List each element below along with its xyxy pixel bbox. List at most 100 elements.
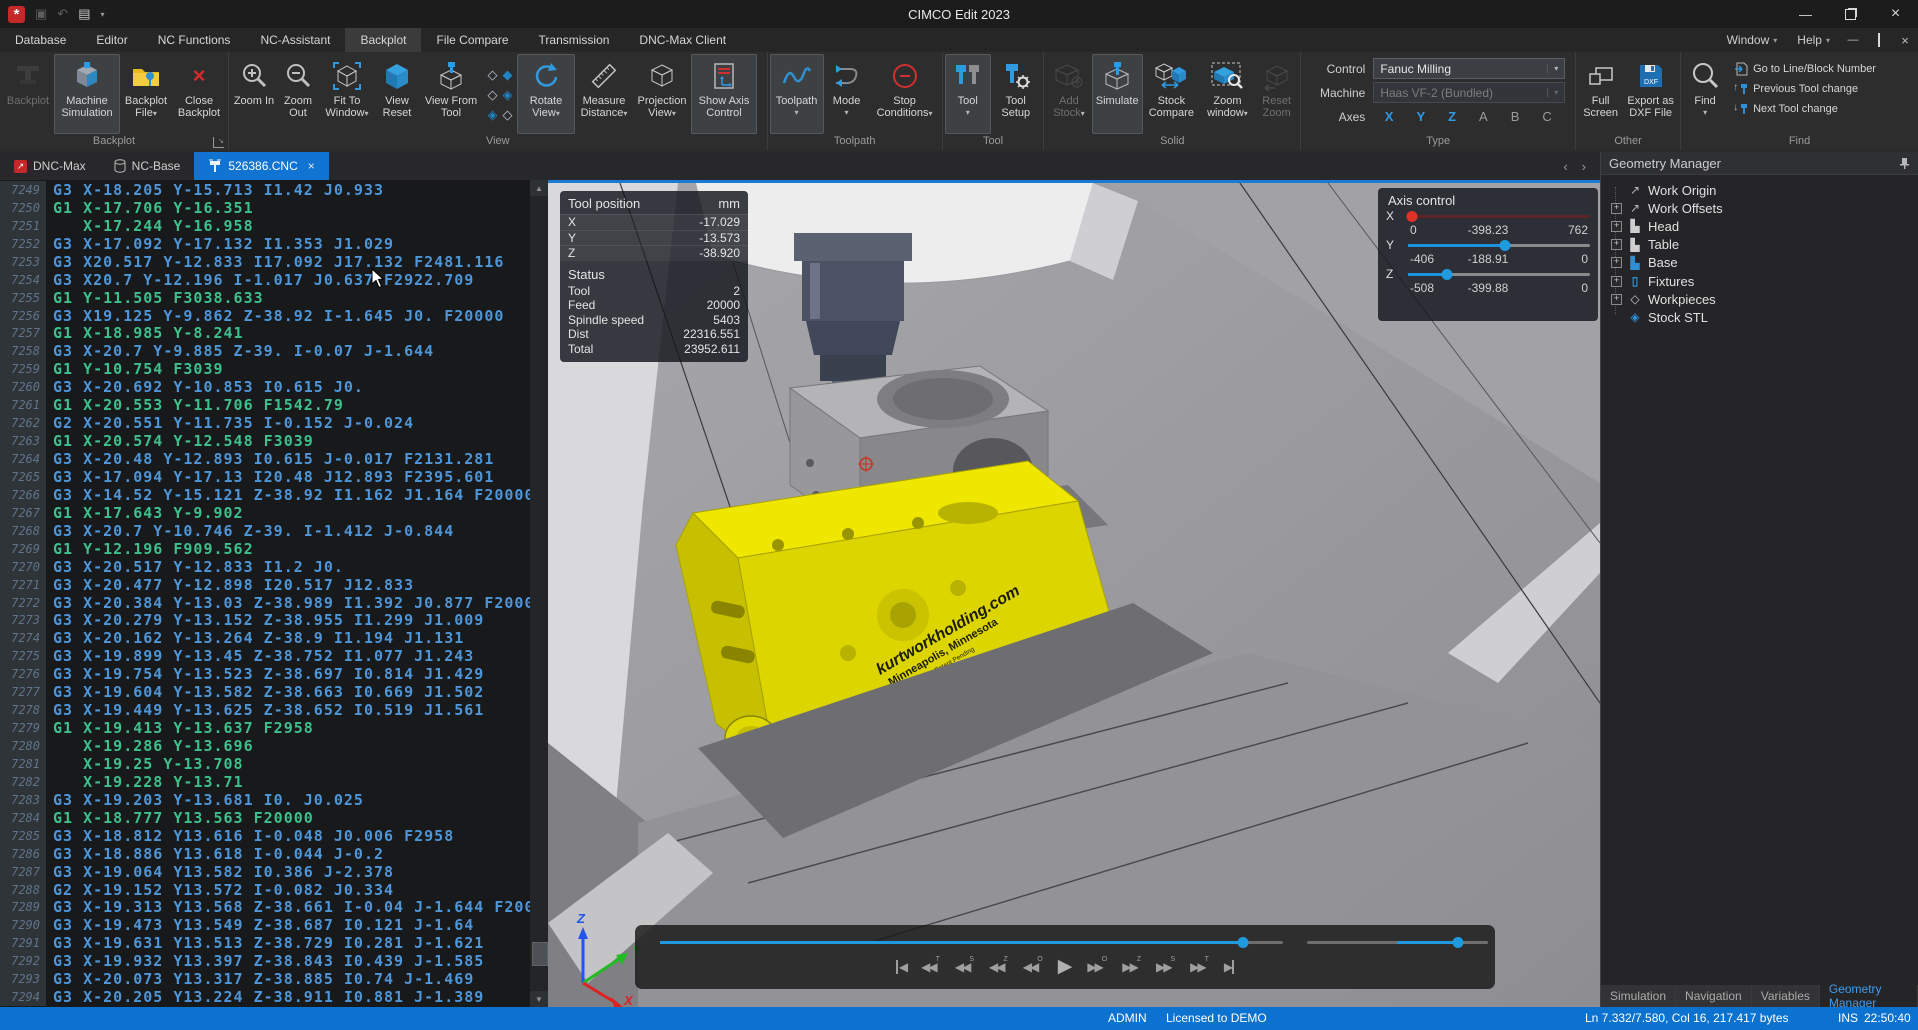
tree-expander-icon[interactable]: + — [1611, 294, 1622, 305]
gcode-line[interactable]: 7278 G3 X-19.449 Y-13.625 Z-38.652 I0.51… — [0, 701, 530, 719]
add-stock-button[interactable]: Add Stock▾ — [1046, 54, 1091, 134]
gcode-line[interactable]: 7265 G3 X-17.094 Y-17.13 I20.48 J12.893 … — [0, 468, 530, 486]
menu-item[interactable]: NC Functions — [143, 28, 246, 52]
machine-3d-view[interactable]: kurtworkholding.com Minneapolis, Minneso… — [548, 180, 1600, 1007]
tab-nc-base[interactable]: NC-Base — [100, 152, 195, 180]
gcode-line[interactable]: 7254 G3 X20.7 Y-12.196 I-1.017 J0.637 F2… — [0, 271, 530, 289]
axis-toggle[interactable]: C — [1542, 109, 1551, 124]
tool-setup-button[interactable]: Tool Setup — [991, 54, 1041, 134]
menu-item[interactable]: DNC-Max Client — [624, 28, 741, 52]
gcode-line[interactable]: 7249 G3 X-18.205 Y-15.713 I1.42 J0.933 — [0, 181, 530, 199]
tab-526386-cnc[interactable]: 526386.CNC × — [194, 152, 328, 180]
playback-button[interactable]: ▶ — [1224, 960, 1234, 974]
y-axis-slider[interactable] — [1408, 244, 1590, 247]
tool-button[interactable]: Tool ▾ — [945, 54, 991, 134]
view-reset-button[interactable]: View Reset — [375, 54, 419, 134]
show-axis-control-button[interactable]: Show Axis Control — [691, 54, 757, 134]
tree-expander-icon[interactable]: + — [1611, 257, 1622, 268]
gcode-line[interactable]: 7277 G3 X-19.604 Y-13.582 Z-38.663 I0.66… — [0, 683, 530, 701]
gcode-line[interactable]: 7275 G3 X-19.899 Y-13.45 Z-38.752 I1.077… — [0, 647, 530, 665]
tree-item[interactable]: + Workpieces — [1611, 290, 1918, 308]
tab-dnc-max[interactable]: ↗ DNC-Max — [0, 152, 100, 180]
gcode-line[interactable]: 7255 G1 Y-11.505 F3038.633 — [0, 289, 530, 307]
help-menu[interactable]: Help▾ — [1789, 33, 1838, 47]
stop-conditions-button[interactable]: Stop Conditions▾ — [870, 54, 940, 134]
tree-expander-icon[interactable]: + — [1611, 185, 1622, 196]
stock-compare-button[interactable]: Stock Compare — [1143, 54, 1200, 134]
gcode-line[interactable]: 7270 G3 X-20.517 Y-12.833 I1.2 J0. — [0, 558, 530, 576]
gcode-line[interactable]: 7283 G3 X-19.203 Y-13.681 I0. J0.025 — [0, 791, 530, 809]
mdi-minimize-button[interactable]: ― — [1842, 34, 1864, 46]
playback-button[interactable]: ◀ — [896, 960, 906, 974]
gcode-line[interactable]: 7271 G3 X-20.477 Y-12.898 I20.517 J12.83… — [0, 576, 530, 594]
export-dxf-button[interactable]: DXF Export as DXF File — [1623, 54, 1678, 134]
tree-expander-icon[interactable]: + — [1611, 276, 1622, 287]
close-button[interactable]: × — [1873, 0, 1918, 28]
gcode-line[interactable]: 7259 G1 Y-10.754 F3039 — [0, 360, 530, 378]
gcode-line[interactable]: 7276 G3 X-19.754 Y-13.523 Z-38.697 I0.81… — [0, 665, 530, 683]
gcode-line[interactable]: 7251 X-17.244 Y-16.958 — [0, 217, 530, 235]
playback-button[interactable]: ◀◀Z — [989, 960, 1008, 974]
tree-item[interactable]: + Stock STL — [1611, 308, 1918, 326]
gcode-line[interactable]: 7286 G3 X-18.886 Y13.618 I-0.044 J-0.2 — [0, 845, 530, 863]
goto-line-button[interactable]: Go to Line/Block Number — [1733, 60, 1876, 77]
menu-item[interactable]: Transmission — [524, 28, 625, 52]
gcode-line[interactable]: 7280 X-19.286 Y-13.696 — [0, 737, 530, 755]
axis-toggle[interactable]: Z — [1448, 109, 1456, 124]
menu-item[interactable]: Editor — [81, 28, 142, 52]
zoom-in-button[interactable]: Zoom In — [231, 54, 277, 134]
panel-tab[interactable]: Navigation — [1676, 985, 1752, 1007]
pin-icon[interactable] — [1899, 157, 1910, 169]
next-tool-change-button[interactable]: ↓ Next Tool change — [1733, 100, 1876, 117]
projection-view-button[interactable]: Projection View▾ — [633, 54, 691, 134]
z-axis-slider[interactable] — [1408, 273, 1590, 276]
tree-item[interactable]: + Base — [1611, 254, 1918, 272]
tree-expander-icon[interactable]: + — [1611, 221, 1622, 232]
tree-expander-icon[interactable]: + — [1611, 239, 1622, 250]
gcode-line[interactable]: 7281 X-19.25 Y-13.708 — [0, 755, 530, 773]
gcode-line[interactable]: 7273 G3 X-20.279 Y-13.152 Z-38.955 I1.29… — [0, 612, 530, 630]
gcode-line[interactable]: 7288 G2 X-19.152 Y13.572 I-0.082 J0.334 — [0, 881, 530, 899]
full-screen-button[interactable]: Full Screen — [1578, 54, 1623, 134]
tree-expander-icon[interactable]: + — [1611, 312, 1622, 323]
reset-zoom-button[interactable]: Reset Zoom — [1255, 54, 1298, 134]
gcode-line[interactable]: 7284 G1 X-18.777 Y13.563 F20000 — [0, 809, 530, 827]
mode-button[interactable]: Mode ▾ — [824, 54, 870, 134]
tree-item[interactable]: + Work Origin — [1611, 181, 1918, 199]
scrollbar-thumb[interactable] — [532, 942, 548, 966]
previous-tool-change-button[interactable]: ↑ Previous Tool change — [1733, 80, 1876, 97]
zoom-window-button[interactable]: Zoom window▾ — [1200, 54, 1255, 134]
scroll-down-icon[interactable]: ▼ — [530, 991, 548, 1007]
gcode-line[interactable]: 7294 G3 X-20.205 Y13.224 Z-38.911 I0.881… — [0, 988, 530, 1006]
gcode-line[interactable]: 7260 G3 X-20.692 Y-10.853 I0.615 J0. — [0, 378, 530, 396]
gcode-line[interactable]: 7253 G3 X20.517 Y-12.833 I17.092 J17.132… — [0, 253, 530, 271]
measure-distance-button[interactable]: Measure Distance▾ — [575, 54, 633, 134]
gcode-line[interactable]: 7293 G3 X-20.073 Y13.317 Z-38.885 I0.74 … — [0, 970, 530, 988]
tree-item[interactable]: + Fixtures — [1611, 272, 1918, 290]
gcode-line[interactable]: 7282 X-19.228 Y-13.71 — [0, 773, 530, 791]
menu-item[interactable]: Backplot — [345, 28, 421, 52]
gcode-line[interactable]: 7274 G3 X-20.162 Y-13.264 Z-38.9 I1.194 … — [0, 629, 530, 647]
zoom-out-button[interactable]: Zoom Out — [277, 54, 319, 134]
backplot-button[interactable]: Backplot — [2, 54, 54, 134]
axis-toggle[interactable]: A — [1479, 109, 1488, 124]
gcode-line[interactable]: 7291 G3 X-19.631 Y13.513 Z-38.729 I0.281… — [0, 934, 530, 952]
gcode-line[interactable]: 7272 G3 X-20.384 Y-13.03 Z-38.989 I1.392… — [0, 594, 530, 612]
menu-item[interactable]: NC-Assistant — [245, 28, 345, 52]
control-select[interactable]: Fanuc Milling▾ — [1373, 58, 1565, 79]
minimize-button[interactable]: ― — [1783, 0, 1828, 28]
restore-button[interactable] — [1828, 0, 1873, 28]
iso-view-buttons[interactable]: ◇◆ ◇◈ ◈◇ — [485, 66, 515, 126]
playback-button[interactable]: ▶▶Z — [1122, 960, 1141, 974]
backplot-file-button[interactable]: Backplot File▾ — [120, 54, 172, 134]
progress-slider[interactable] — [660, 941, 1283, 944]
tab-scroll-right-icon[interactable]: › — [1582, 159, 1586, 174]
machine-simulation-button[interactable]: Machine Simulation — [54, 54, 120, 134]
toolpath-button[interactable]: Toolpath ▾ — [770, 54, 824, 134]
find-button[interactable]: Find ▾ — [1683, 54, 1727, 134]
editor-scrollbar[interactable]: ▲ ▼ — [530, 180, 548, 1007]
gcode-line[interactable]: 7269 G1 Y-12.196 F909.562 — [0, 540, 530, 558]
fit-to-window-button[interactable]: Fit To Window▾ — [319, 54, 375, 134]
tree-item[interactable]: + Work Offsets — [1611, 199, 1918, 217]
gcode-line[interactable]: 7257 G1 X-18.985 Y-8.241 — [0, 325, 530, 343]
